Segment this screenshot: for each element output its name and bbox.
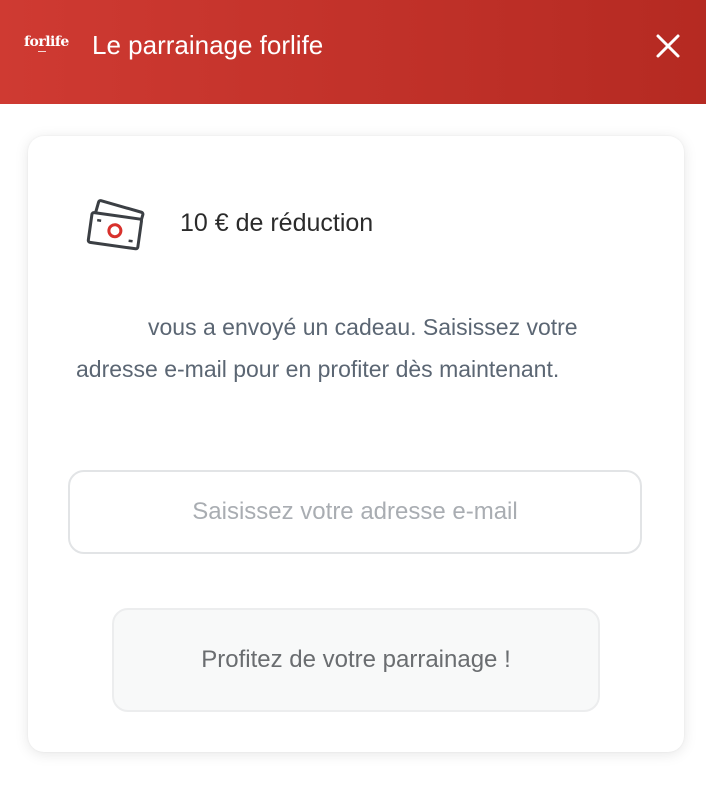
reward-amount: 10 € de réduction	[180, 209, 374, 237]
gift-message: vous a envoyé un cadeau. Saisissez votre…	[76, 314, 578, 382]
referral-card: 10 € de réduction vous a envoyé un cadea…	[28, 136, 684, 752]
email-field[interactable]	[68, 470, 642, 554]
logo-underline	[38, 51, 46, 52]
close-icon[interactable]	[650, 28, 686, 64]
claim-referral-button[interactable]: Profitez de votre parrainage !	[112, 608, 600, 712]
header-bar: forlife Le parrainage forlife	[0, 0, 706, 104]
header-title: Le parrainage forlife	[92, 30, 324, 60]
forlife-logo: forlife	[24, 34, 69, 50]
money-bill-icon	[84, 194, 150, 256]
